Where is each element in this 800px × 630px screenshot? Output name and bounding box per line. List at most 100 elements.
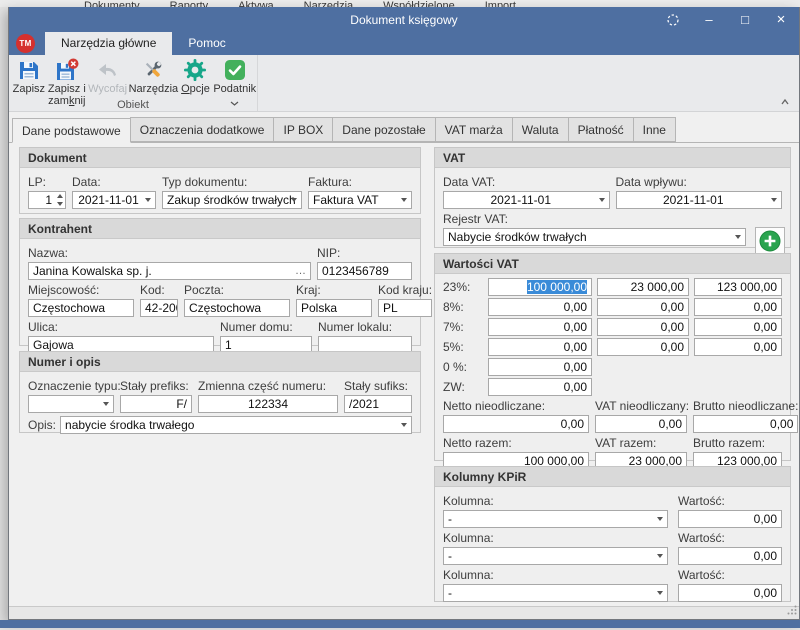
description-combo[interactable]: nabycie środka trwałego [60,416,412,434]
vat-23-gross-field[interactable]: 123 000,00 [694,278,782,296]
status-bar [9,606,799,619]
vat-0-net-field[interactable]: 0,00 [488,358,592,376]
contractor-name-field[interactable]: Janina Kowalska sp. j. … [28,262,311,280]
nip-field[interactable]: 0123456789 [317,262,412,280]
vat-8-net-field[interactable]: 0,00 [488,298,592,316]
group-header: VAT [435,148,790,168]
ribbon-group-object: Zapisz Zapisz izamknij Wycofaj [9,55,258,111]
invoice-type-select[interactable]: Faktura VAT [308,191,412,209]
net-nondeductible-field[interactable]: 0,00 [443,415,589,433]
tab-vat-marza[interactable]: VAT marża [435,117,513,142]
ribbon-tab-main[interactable]: Narzędzia główne [45,32,172,55]
group-header: Kontrahent [20,219,420,239]
country-field[interactable]: Polska [296,299,372,317]
page-tabstrip: Dane podstawowe Oznaczenia dodatkowe IP … [9,112,799,143]
dropdown-arrow-icon [401,198,407,202]
vat-5-net-field[interactable]: 0,00 [488,338,592,356]
undo-button[interactable]: Wycofaj [87,57,128,95]
vat-nondeductible-field[interactable]: 0,00 [595,415,687,433]
vat-rate-row: 0 %: 0,00 [443,358,782,376]
resize-grip[interactable] [787,604,797,618]
ellipsis-button[interactable]: … [295,266,306,276]
gross-nondeductible-field[interactable]: 0,00 [693,415,798,433]
save-button[interactable]: Zapisz [11,57,47,95]
tab-waluta[interactable]: Waluta [512,117,569,142]
group-numer-i-opis: Numer i opis Oznaczenie typu: Stały pref… [19,351,421,433]
vat-5-vat-field[interactable]: 0,00 [597,338,689,356]
kpir-row: Kolumna: - Wartość: 0,00 [443,530,782,565]
tab-ip-box[interactable]: IP BOX [273,117,333,142]
document-dialog: Dokument księgowy – □ × TM Narzędzia głó… [8,7,800,620]
vat-7-vat-field[interactable]: 0,00 [597,318,689,336]
kpir-value-field[interactable]: 0,00 [678,547,782,565]
titlebar[interactable]: Dokument księgowy – □ × [9,7,799,32]
group-dokument: Dokument LP: 1 Data: 2021-11-01 [19,147,421,214]
spinner-arrows-icon[interactable] [57,194,63,206]
document-date-select[interactable]: 2021-11-01 [72,191,156,209]
options-button[interactable]: Opcje [178,57,212,95]
post-office-field[interactable]: Częstochowa [184,299,290,317]
undo-icon [96,58,120,82]
group-header: Wartości VAT [435,254,790,274]
theme-icon[interactable] [655,7,691,32]
ribbon: Zapisz Zapisz izamknij Wycofaj [9,55,799,112]
kpir-column-select[interactable]: - [443,584,668,602]
vat-date-select[interactable]: 2021-11-01 [443,191,610,209]
vat-8-vat-field[interactable]: 0,00 [597,298,689,316]
dropdown-arrow-icon [735,235,741,239]
dropdown-arrow-icon [599,198,605,202]
kpir-column-select[interactable]: - [443,547,668,565]
type-designation-select[interactable] [28,395,114,413]
document-type-select[interactable]: Zakup środków trwałych [162,191,302,209]
suffix-field[interactable]: /2021 [344,395,412,413]
tab-inne[interactable]: Inne [633,117,676,142]
dropdown-arrow-icon [291,198,297,202]
vat-register-select[interactable]: Nabycie środków trwałych [443,228,746,246]
city-field[interactable]: Częstochowa [28,299,134,317]
tab-dane-podstawowe[interactable]: Dane podstawowe [12,118,131,143]
tab-platnosc[interactable]: Płatność [568,117,634,142]
vat-5-gross-field[interactable]: 0,00 [694,338,782,356]
kpir-row: Kolumna: - Wartość: 0,00 [443,493,782,528]
group-header: Dokument [20,148,420,168]
ribbon-group-label: Obiekt [9,99,257,111]
group-kolumny-kpir: Kolumny KPiR Kolumna: - Wartość: 0,00 Ko… [434,466,791,602]
postal-code-field[interactable]: 42-200 [140,299,178,317]
plus-icon [758,229,782,256]
vat-rate-row: 7%: 0,00 0,00 0,00 [443,318,782,336]
app-logo[interactable]: TM [16,34,35,53]
minimize-button[interactable]: – [691,7,727,32]
tab-oznaczenia-dodatkowe[interactable]: Oznaczenia dodatkowe [130,117,275,142]
lp-spinner[interactable]: 1 [28,191,66,209]
group-header: Numer i opis [20,352,420,372]
vat-zw-net-field[interactable]: 0,00 [488,378,592,396]
kpir-value-field[interactable]: 0,00 [678,584,782,602]
group-wartosci-vat: Wartości VAT 23%: 100 000,00 23 000,00 1… [434,253,791,461]
ribbon-collapse-button[interactable] [778,96,792,108]
save-close-icon [55,58,79,82]
tab-dane-pozostale[interactable]: Dane pozostałe [332,117,435,142]
prefix-field[interactable]: F/ [120,395,192,413]
ribbon-tab-row: TM Narzędzia główne Pomoc [9,32,799,55]
kpir-column-select[interactable]: - [443,510,668,528]
vat-7-gross-field[interactable]: 0,00 [694,318,782,336]
tools-wrench-icon [141,58,165,82]
vat-7-net-field[interactable]: 0,00 [488,318,592,336]
vat-23-net-field[interactable]: 100 000,00 [488,278,592,296]
tools-button[interactable]: Narzędzia [128,57,178,95]
group-vat: VAT Data VAT: 2021-11-01 Data wpływu: 20… [434,147,791,248]
kpir-value-field[interactable]: 0,00 [678,510,782,528]
maximize-button[interactable]: □ [727,7,763,32]
vat-23-vat-field[interactable]: 23 000,00 [597,278,689,296]
vat-rate-row: 8%: 0,00 0,00 0,00 [443,298,782,316]
dropdown-arrow-icon [771,198,777,202]
dropdown-arrow-icon [657,554,663,558]
close-button[interactable]: × [763,7,799,32]
country-code-field[interactable]: PL [378,299,432,317]
vat-8-gross-field[interactable]: 0,00 [694,298,782,316]
save-icon [17,58,41,82]
number-variable-field[interactable]: 122334 [198,395,338,413]
ribbon-tab-help[interactable]: Pomoc [172,32,241,55]
receipt-date-select[interactable]: 2021-11-01 [616,191,783,209]
dropdown-arrow-icon [103,402,109,406]
